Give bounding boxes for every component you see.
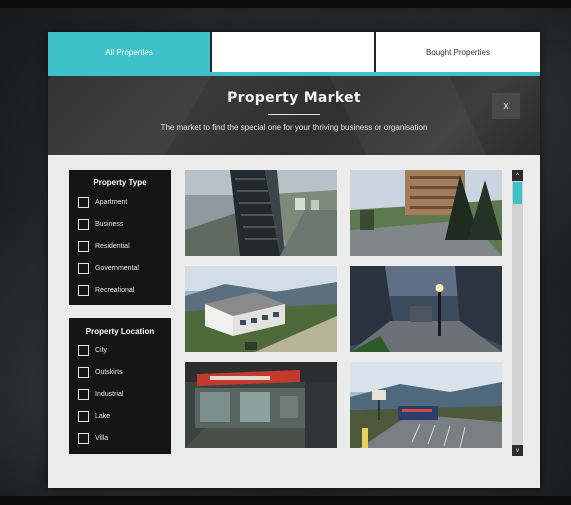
header-facet [48, 76, 211, 155]
filter-option-industrial[interactable]: Industrial [78, 387, 123, 401]
filter-option-outskirts[interactable]: Outskirts [78, 365, 123, 379]
property-location-title: Property Location [85, 327, 155, 336]
filter-option-label: Business [95, 220, 124, 228]
property-type-title: Property Type [93, 178, 147, 187]
listing-image [350, 362, 502, 448]
property-type-filter: Property Type Apartment Business Residen… [69, 170, 171, 305]
checkbox[interactable] [78, 262, 89, 274]
title-divider [268, 114, 320, 115]
page-subtitle: The market to find the special one for y… [160, 123, 428, 132]
scroll-down-arrow-icon[interactable]: v [512, 445, 523, 456]
property-listing-tall-building[interactable] [185, 170, 337, 256]
tab-bar: All Properties Bought Properties [48, 32, 540, 72]
property-listing-white-house[interactable] [185, 266, 337, 352]
checkbox[interactable] [78, 284, 89, 296]
filter-option-residential[interactable]: Residential [78, 239, 130, 253]
property-listing-street-lamp[interactable] [350, 266, 502, 352]
property-listing-billboard-parking[interactable] [350, 362, 502, 448]
filter-option-villa[interactable]: Villa [78, 431, 108, 445]
close-button[interactable]: X [492, 93, 520, 119]
filter-option-label: Apartment [95, 198, 128, 206]
property-listing-shop-interior[interactable] [185, 362, 337, 448]
checkbox[interactable] [78, 388, 89, 400]
listing-image [185, 266, 337, 352]
filter-option-label: Industrial [95, 390, 124, 398]
filter-option-label: Villa [95, 434, 109, 442]
checkbox[interactable] [78, 410, 89, 422]
header-facet [329, 76, 487, 155]
filter-option-recreational[interactable]: Recreational [78, 283, 134, 297]
listing-image [350, 266, 502, 352]
filter-option-apartment[interactable]: Apartment [78, 195, 127, 209]
filter-option-business[interactable]: Business [78, 217, 123, 231]
checkbox[interactable] [78, 366, 89, 378]
property-market-window: All Properties Bought Properties Propert… [48, 32, 540, 488]
tab-all-properties[interactable]: All Properties [48, 32, 210, 72]
property-listing-building-trees[interactable] [350, 170, 502, 256]
property-location-filter: Property Location City Outskirts Industr… [69, 318, 171, 454]
listing-scrollbar[interactable]: ^ v [512, 170, 523, 456]
filter-option-label: Recreational [95, 286, 135, 294]
checkbox[interactable] [78, 240, 89, 252]
filter-option-lake[interactable]: Lake [78, 409, 110, 423]
market-header: Property Market The market to find the s… [48, 76, 540, 155]
listing-image [185, 170, 337, 256]
letterbox-bottom [0, 496, 571, 505]
checkbox[interactable] [78, 344, 89, 356]
tab-bought-properties[interactable]: Bought Properties [376, 32, 540, 72]
checkbox[interactable] [78, 196, 89, 208]
filter-option-label: Governmental [95, 264, 139, 272]
filter-option-label: Lake [95, 412, 111, 420]
filter-option-governmental[interactable]: Governmental [78, 261, 139, 275]
letterbox-top [0, 0, 571, 8]
listing-image [350, 170, 502, 256]
filter-option-label: Residential [95, 242, 130, 250]
filter-option-city[interactable]: City [78, 343, 107, 357]
checkbox[interactable] [78, 218, 89, 230]
page-title: Property Market [227, 90, 361, 106]
filter-option-label: City [95, 346, 108, 354]
checkbox[interactable] [78, 432, 89, 444]
scroll-thumb[interactable] [513, 182, 522, 204]
scroll-up-arrow-icon[interactable]: ^ [512, 170, 523, 181]
tab-blank[interactable] [210, 32, 376, 72]
filter-option-label: Outskirts [95, 368, 123, 376]
listing-image [185, 362, 337, 448]
